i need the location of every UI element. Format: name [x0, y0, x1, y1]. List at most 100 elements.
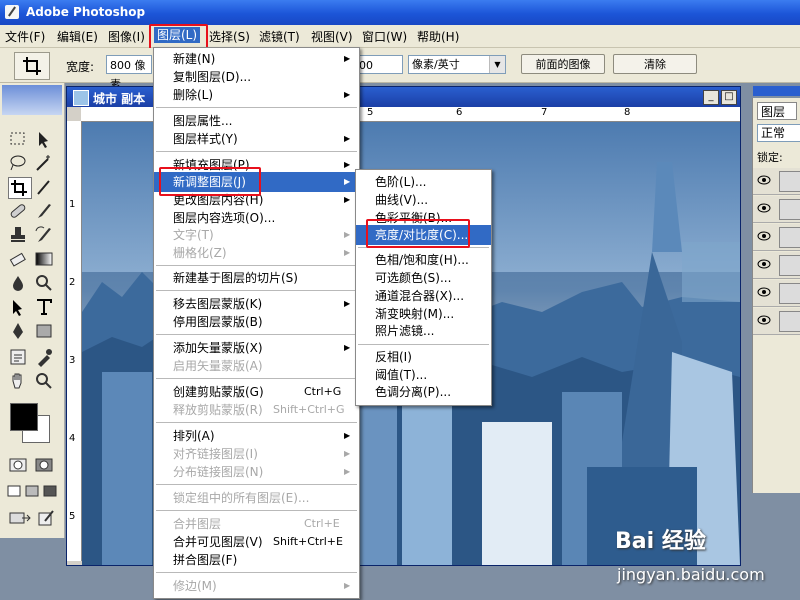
crop-tool-preset[interactable] [14, 52, 50, 80]
submenu-item-curves[interactable]: 曲线(V)... [356, 190, 491, 210]
menu-item-disable-layer-mask[interactable]: 停用图层蒙版(B) [154, 312, 359, 332]
ruler-h-label: 8 [624, 107, 631, 118]
width-field[interactable]: 800 像素 [106, 55, 152, 91]
layers-tab[interactable]: 图层 [757, 102, 797, 120]
menu-image[interactable]: 图像(I) [108, 28, 145, 45]
eraser-tool-icon[interactable] [8, 249, 30, 269]
layer-thumbnail [779, 227, 800, 248]
menu-item-new-layer-based-slice[interactable]: 新建基于图层的切片(S) [154, 268, 359, 288]
jump-to-imageready-icon[interactable] [8, 508, 31, 528]
menu-item-add-vector-mask[interactable]: 添加矢量蒙版(X) ▶ [154, 338, 359, 358]
submenu-item-selective-color[interactable]: 可选颜色(S)... [356, 268, 491, 288]
menu-item-create-clipping-mask[interactable]: 创建剪贴蒙版(G) Ctrl+G [154, 382, 359, 402]
standard-mode-icon[interactable] [8, 455, 30, 475]
adjustment-layer-submenu: 色阶(L)... 曲线(V)... 色彩平衡(B)... 亮度/对比度(C)..… [355, 169, 492, 406]
menu-item-layer-properties[interactable]: 图层属性... [154, 111, 359, 131]
crop-icon [23, 57, 41, 75]
type-tool-icon[interactable] [34, 297, 56, 317]
lasso-tool-icon[interactable] [8, 153, 30, 173]
eye-icon[interactable] [757, 258, 771, 270]
ruler-v-label: 1 [69, 199, 76, 210]
pen-tool-icon[interactable] [8, 321, 30, 341]
minimize-button[interactable]: _ [703, 90, 719, 105]
foreground-color-swatch[interactable] [10, 403, 38, 431]
menu-separator [156, 484, 357, 485]
layer-row[interactable] [753, 224, 800, 251]
menu-separator [156, 265, 357, 266]
front-image-button[interactable]: 前面的图像 [521, 54, 605, 74]
menu-separator [156, 334, 357, 335]
menu-item-delete[interactable]: 删除(L) ▶ [154, 85, 359, 105]
menu-item-arrange[interactable]: 排列(A) ▶ [154, 426, 359, 446]
zoom-tool-icon[interactable] [34, 371, 56, 391]
slice-tool-icon[interactable] [34, 177, 56, 197]
quick-mask-mode-icon[interactable] [34, 455, 56, 475]
menu-item-rasterize: 栅格化(Z) ▶ [173, 246, 351, 260]
blend-mode-select[interactable]: 正常 [757, 124, 800, 142]
app-title: Adobe Photoshop [26, 5, 146, 19]
toolbox [0, 83, 65, 538]
menu-help[interactable]: 帮助(H) [417, 28, 459, 45]
eye-icon[interactable] [757, 314, 771, 326]
imageready-brush-icon[interactable] [36, 508, 58, 528]
menu-edit[interactable]: 编辑(E) [57, 28, 98, 45]
submenu-item-photo-filter[interactable]: 照片滤镜... [356, 321, 491, 341]
menu-window[interactable]: 窗口(W) [362, 28, 407, 45]
menu-separator [358, 344, 489, 345]
marquee-tool-icon[interactable] [8, 129, 30, 149]
menu-item-layer-style[interactable]: 图层样式(Y) ▶ [154, 129, 359, 149]
resolution-unit-select[interactable]: 像素/英寸 ▼ [408, 55, 506, 74]
menu-item-remove-layer-mask[interactable]: 移去图层蒙版(K) ▶ [154, 294, 359, 314]
menu-item-flatten-image[interactable]: 拼合图层(F) [154, 550, 359, 570]
screen-mode-full-icon[interactable] [42, 483, 64, 503]
gradient-tool-icon[interactable] [34, 249, 56, 269]
layer-row[interactable] [753, 280, 800, 307]
layer-thumbnail [779, 283, 800, 304]
submenu-item-channel-mixer[interactable]: 通道混合器(X)... [356, 286, 491, 306]
healing-brush-tool-icon[interactable] [8, 201, 30, 221]
eye-icon[interactable] [757, 286, 771, 298]
rectangle-tool-icon[interactable] [34, 321, 56, 341]
layer-row[interactable] [753, 196, 800, 223]
submenu-item-hue-saturation[interactable]: 色相/饱和度(H)... [356, 250, 491, 270]
ruler-v-label: 4 [69, 433, 76, 444]
layer-row[interactable] [753, 308, 800, 335]
submenu-item-levels[interactable]: 色阶(L)... [356, 172, 491, 192]
menu-select[interactable]: 选择(S) [209, 28, 250, 45]
eye-icon[interactable] [757, 230, 771, 242]
eye-icon[interactable] [757, 202, 771, 214]
menu-view[interactable]: 视图(V) [311, 28, 353, 45]
menu-item-duplicate-layer[interactable]: 复制图层(D)... [154, 67, 359, 87]
menu-item-merge-layers: 合并图层 Ctrl+E [173, 517, 340, 531]
blur-tool-icon[interactable] [8, 273, 30, 293]
brush-tool-icon[interactable] [34, 201, 56, 221]
menu-item-distribute-linked-layers: 分布链接图层(N) ▶ [173, 465, 351, 479]
maximize-button[interactable]: □ [721, 90, 737, 105]
hand-tool-icon[interactable] [8, 371, 30, 391]
submenu-item-invert[interactable]: 反相(I) [356, 347, 491, 367]
clear-button[interactable]: 清除 [613, 54, 697, 74]
layer-thumbnail [779, 311, 800, 332]
menu-item-merge-visible[interactable]: 合并可见图层(V) Shift+Ctrl+E [154, 532, 359, 552]
magic-wand-tool-icon[interactable] [34, 153, 56, 173]
move-tool-icon[interactable] [34, 129, 56, 149]
eye-icon[interactable] [757, 174, 771, 186]
submenu-item-posterize[interactable]: 色调分离(P)... [356, 382, 491, 402]
menu-filter[interactable]: 滤镜(T) [259, 28, 300, 45]
dodge-tool-icon[interactable] [34, 273, 56, 293]
menu-bar: 文件(F) 编辑(E) 图像(I) 图层(L) 选择(S) 滤镜(T) 视图(V… [0, 25, 800, 48]
notes-tool-icon[interactable] [8, 347, 30, 367]
layer-row[interactable] [753, 252, 800, 279]
document-icon [73, 90, 89, 106]
clone-stamp-tool-icon[interactable] [8, 225, 30, 245]
eyedropper-tool-icon[interactable] [34, 347, 56, 367]
resolution-field[interactable]: 00 [355, 55, 403, 74]
ruler-v-label: 5 [69, 511, 76, 522]
history-brush-tool-icon[interactable] [34, 225, 56, 245]
lock-label: 锁定: [757, 151, 783, 164]
crop-tool-icon[interactable] [8, 177, 32, 199]
path-selection-tool-icon[interactable] [8, 297, 30, 317]
menu-file[interactable]: 文件(F) [5, 28, 45, 45]
menu-item-new[interactable]: 新建(N) ▶ [154, 49, 359, 69]
layer-row[interactable] [753, 168, 800, 195]
